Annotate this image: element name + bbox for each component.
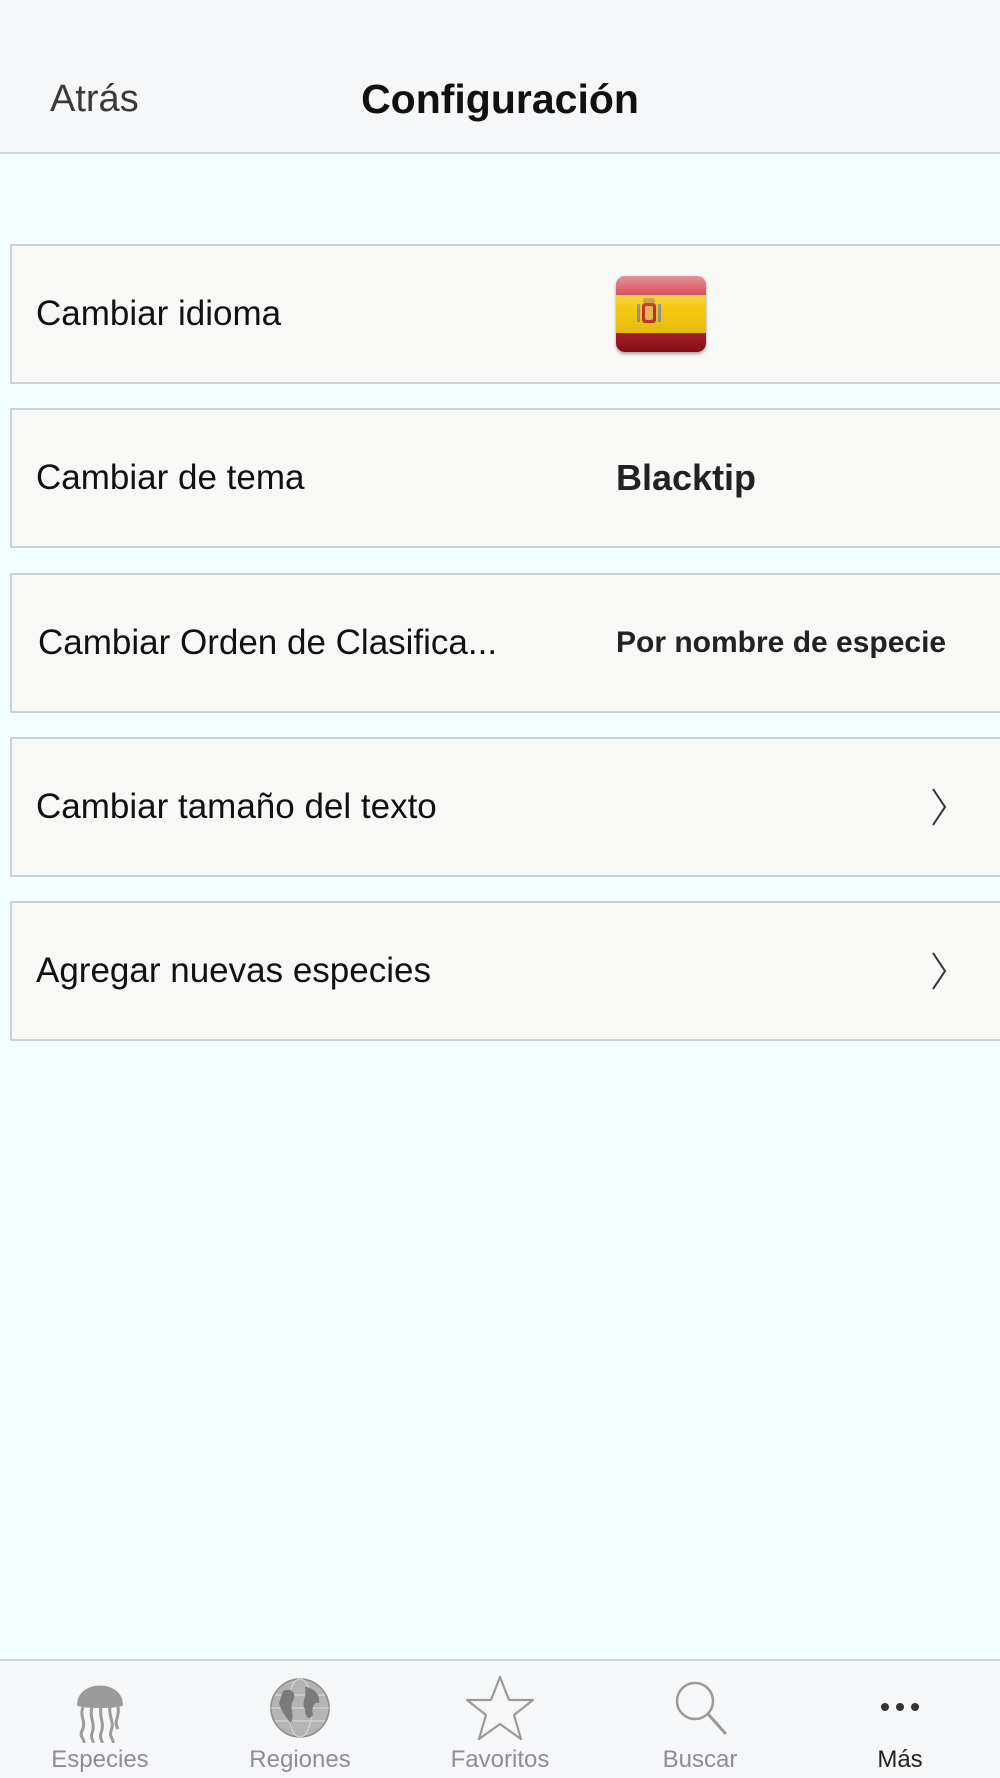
settings-row-add-species[interactable]: Agregar nuevas especies xyxy=(10,901,1000,1041)
chevron-right-icon xyxy=(932,952,947,990)
row-label: Agregar nuevas especies xyxy=(36,951,431,990)
spain-flag-icon xyxy=(616,276,706,352)
star-icon xyxy=(465,1675,535,1741)
tab-favoritos[interactable]: Favoritos xyxy=(400,1661,600,1778)
tab-buscar[interactable]: Buscar xyxy=(600,1661,800,1778)
more-dots-icon xyxy=(881,1703,919,1711)
tab-mas[interactable]: Más xyxy=(800,1661,1000,1778)
navigation-bar: Atrás Configuración xyxy=(0,0,1000,154)
row-label: Cambiar tamaño del texto xyxy=(36,787,437,826)
tab-label: Regiones xyxy=(249,1746,351,1773)
tab-label: Buscar xyxy=(662,1746,738,1773)
search-icon xyxy=(675,1681,727,1735)
chevron-right-icon xyxy=(932,788,947,826)
settings-row-sort-order[interactable]: Cambiar Orden de Clasifica... Por nombre… xyxy=(10,573,1000,713)
tab-label: Especies xyxy=(51,1746,149,1773)
row-label: Cambiar de tema xyxy=(36,458,305,497)
tab-label: Favoritos xyxy=(450,1746,550,1773)
tab-regiones[interactable]: Regiones xyxy=(200,1661,400,1778)
settings-row-language[interactable]: Cambiar idioma xyxy=(10,244,1000,384)
settings-row-text-size[interactable]: Cambiar tamaño del texto xyxy=(10,737,1000,877)
tab-label: Más xyxy=(877,1746,923,1773)
tab-bar: Especies Regiones Favoritos Buscar Más xyxy=(0,1659,1000,1778)
settings-row-theme[interactable]: Cambiar de tema Blacktip xyxy=(10,408,1000,548)
sort-order-value: Por nombre de especie xyxy=(616,626,947,659)
globe-icon xyxy=(270,1678,330,1738)
row-label: Cambiar idioma xyxy=(36,294,282,333)
jellyfish-icon xyxy=(77,1685,123,1743)
theme-value: Blacktip xyxy=(616,457,757,498)
tab-especies[interactable]: Especies xyxy=(0,1661,200,1778)
page-title: Configuración xyxy=(361,76,639,122)
row-label: Cambiar Orden de Clasifica... xyxy=(38,623,498,662)
